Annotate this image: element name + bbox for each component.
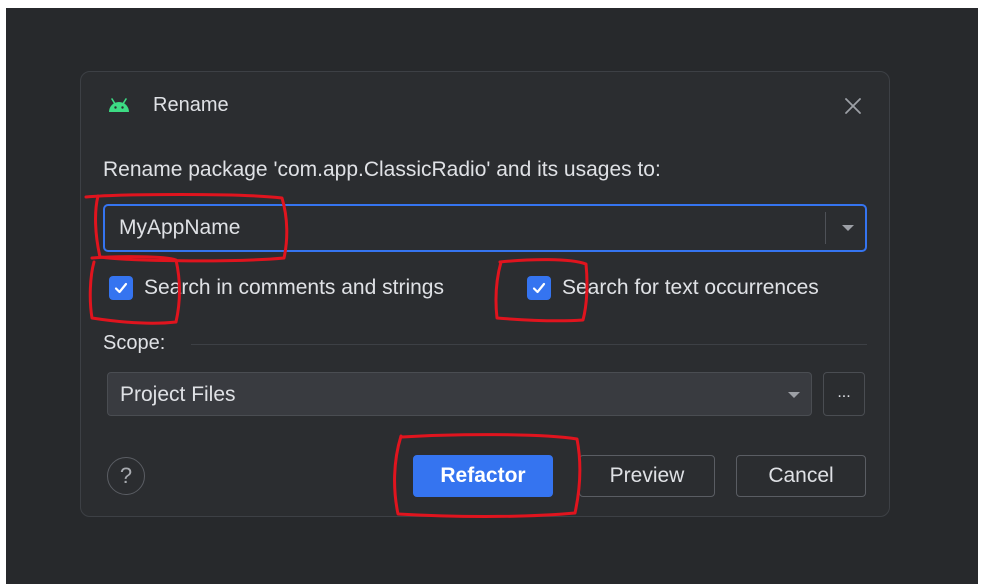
checkbox-checked[interactable] (527, 276, 551, 300)
scope-separator (191, 344, 867, 345)
search-comments-label: Search in comments and strings (144, 276, 444, 299)
rename-prompt-label: Rename package 'com.app.ClassicRadio' an… (103, 158, 661, 181)
dialog-title-bar: Rename (81, 72, 889, 144)
refactor-button[interactable]: Refactor (413, 455, 553, 497)
search-comments-checkbox[interactable]: Search in comments and strings (109, 274, 444, 302)
new-name-combobox[interactable] (103, 204, 867, 252)
chevron-down-icon (788, 392, 800, 398)
cancel-button[interactable]: Cancel (736, 455, 866, 497)
search-text-checkbox[interactable]: Search for text occurrences (527, 274, 819, 302)
close-icon[interactable] (843, 96, 863, 116)
scope-label: Scope: (103, 332, 166, 354)
dialog-title: Rename (153, 94, 229, 116)
new-name-input[interactable] (105, 206, 825, 250)
scope-dropdown[interactable]: Project Files (107, 372, 812, 416)
checkbox-checked[interactable] (109, 276, 133, 300)
browse-scope-button[interactable]: ... (823, 372, 865, 416)
checkmark-icon (532, 282, 546, 294)
help-button[interactable]: ? (107, 457, 145, 495)
android-icon (109, 98, 129, 112)
search-text-label: Search for text occurrences (562, 276, 819, 299)
combo-divider (825, 212, 826, 244)
rename-dialog: Rename Rename package 'com.app.ClassicRa… (80, 71, 890, 517)
preview-button[interactable]: Preview (579, 455, 715, 497)
checkmark-icon (114, 282, 128, 294)
scope-value: Project Files (120, 383, 236, 406)
dropdown-arrow-icon[interactable] (839, 220, 857, 236)
